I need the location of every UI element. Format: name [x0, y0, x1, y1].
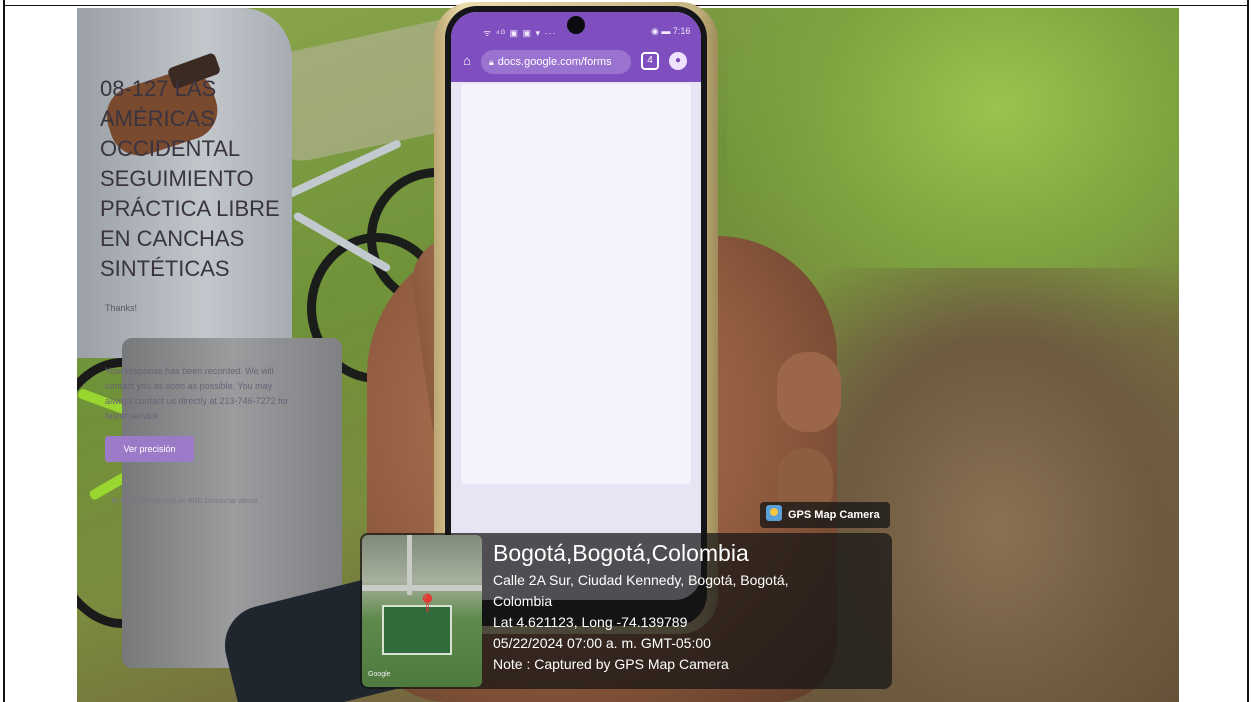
gps-coordinates: Lat 4.621123, Long -74.139789 [493, 614, 688, 630]
home-icon[interactable]: ⌂ [463, 53, 471, 68]
url-field[interactable]: 🔒︎ docs.google.com/forms [481, 50, 631, 74]
form-card [461, 84, 691, 484]
status-time: ◉ ▬ 7:16 [651, 26, 691, 36]
gps-location-title: Bogotá,Bogotá,Colombia [493, 540, 749, 566]
form-title-line: 08-127 LAS [100, 76, 217, 101]
response-text: Your response has been recorded. We will… [105, 366, 289, 421]
ver-precision-button[interactable]: Ver precisión [105, 436, 194, 462]
gps-details: Calle 2A Sur, Ciudad Kennedy, Bogotá, Bo… [493, 570, 789, 675]
form-title-line: EN CANCHAS [100, 226, 245, 251]
browser-url-bar: ⌂ 🔒︎ docs.google.com/forms 4 ● [451, 42, 701, 82]
frame-border-right [1247, 0, 1249, 702]
map-pin-icon: 📍︎ [416, 593, 439, 613]
frame-border-left [3, 0, 5, 702]
form-title-line: SINTÉTICAS [100, 256, 230, 281]
gps-map-camera-icon [766, 505, 782, 521]
gps-address-line: Colombia [493, 593, 553, 609]
gps-badge: GPS Map Camera [760, 502, 890, 528]
form-title-line: PRÁCTICA LIBRE [100, 196, 280, 221]
phone-screen: ᯤ ⁴ᴳ ▣ ▣ ▾ ··· ◉ ▬ 7:16 ⌂ 🔒︎ docs.google.… [451, 12, 701, 600]
page-frame: ᯤ ⁴ᴳ ▣ ▣ ▾ ··· ◉ ▬ 7:16 ⌂ 🔒︎ docs.google.… [0, 0, 1251, 702]
form-title-line: AMÉRICAS [100, 106, 215, 131]
form-title-line: SEGUIMIENTO [100, 166, 254, 191]
map-road [407, 535, 412, 595]
lock-icon: 🔒︎ [489, 57, 494, 67]
gps-badge-label: GPS Map Camera [788, 509, 880, 521]
gps-address-line: Calle 2A Sur, Ciudad Kennedy, Bogotá, Bo… [493, 572, 789, 588]
finger [777, 352, 841, 432]
map-road [362, 585, 482, 591]
map-thumbnail: 📍︎ Google [362, 535, 482, 687]
menu-icon[interactable]: ● [669, 52, 687, 70]
front-camera [567, 16, 585, 34]
gps-note: Note : Captured by GPS Map Camera [493, 656, 729, 672]
tabs-icon[interactable]: 4 [641, 52, 659, 70]
gps-datetime: 05/22/2024 07:00 a. m. GMT-05:00 [493, 635, 711, 651]
thanks-text: Thanks! [105, 303, 138, 313]
status-icons: ᯤ ⁴ᴳ ▣ ▣ ▾ ··· [483, 28, 557, 38]
form-title: 08-127 LAS AMÉRICAS OCCIDENTAL SEGUIMIEN… [100, 74, 300, 284]
map-attribution: Google [368, 671, 391, 678]
url-text: docs.google.com/forms [497, 56, 612, 68]
status-bar: ᯤ ⁴ᴳ ▣ ▣ ▾ ··· ◉ ▬ 7:16 [451, 12, 701, 42]
form-title-line: OCCIDENTAL [100, 136, 241, 161]
form-footer: El formulario se creó en BRD Denunciar a… [112, 498, 258, 505]
